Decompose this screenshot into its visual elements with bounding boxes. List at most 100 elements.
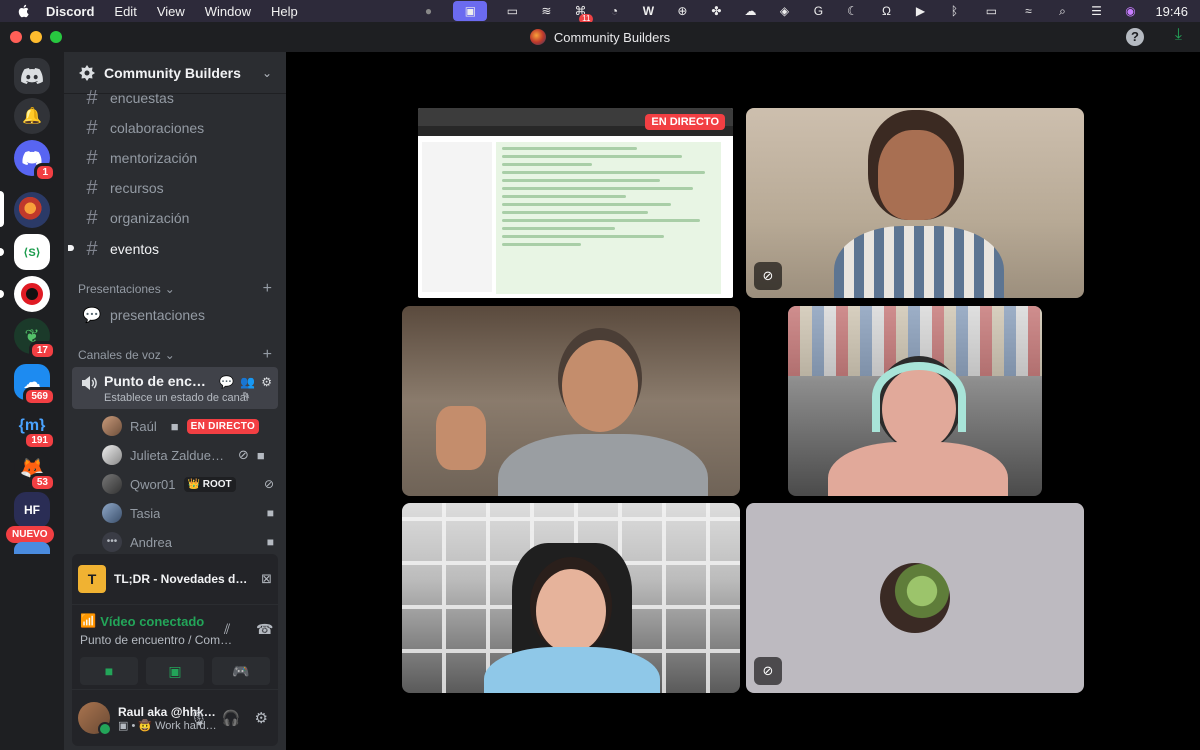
channel-mentorizacion[interactable]: # mentorización [72,144,278,172]
grammarly-icon[interactable]: G [809,4,827,18]
server-discord[interactable]: 1 [14,140,56,182]
voice-user[interactable]: Tasia ■ [102,500,278,526]
category-label: Presentaciones [78,282,161,296]
minimize-window-button[interactable] [30,31,42,43]
server-hf[interactable]: HF [14,492,50,528]
menu-help[interactable]: Help [271,4,298,19]
activities-button[interactable]: 🎮 [212,657,270,685]
voice-user[interactable]: Raúl ■ EN DIRECTO [102,413,278,439]
bluetooth-icon[interactable]: ᛒ [945,4,963,18]
screen-share-button[interactable]: ▣ [146,657,204,685]
participant-no-video-tile[interactable]: ⊘ [746,503,1084,693]
menu-window[interactable]: Window [205,4,251,19]
server-unread-pill [0,248,4,256]
menubar-clock[interactable]: 19:46 [1155,4,1188,19]
screen-share-icon[interactable]: ▣ [453,1,488,21]
siri-icon[interactable]: ◉ [1121,4,1139,18]
camera-toggle-button[interactable]: ■ [80,657,138,685]
disconnect-icon[interactable]: ☎ [256,621,273,638]
voice-location[interactable]: Punto de encuentro / Community Builders [80,633,240,647]
voice-user[interactable]: ••• Andrea ■ [102,529,278,555]
server-mail[interactable] [14,542,50,554]
participant-head [878,130,954,220]
server-icon [529,29,546,45]
voice-channel-punto-de-encuentro[interactable]: Punto de encuentro Establece un estado d… [72,367,278,409]
add-channel-icon[interactable]: + [263,346,272,364]
wifi-icon[interactable]: ≈ [1019,4,1037,18]
puzzle-icon[interactable]: ✤ [707,4,725,18]
channel-organizacion[interactable]: # organización [72,204,278,232]
voice-user[interactable]: Julieta Zalduendo ⊘ ■ [102,442,278,468]
headphones-icon[interactable]: 🎧 [222,709,241,727]
voice-connected-status[interactable]: 📶 Vídeo conectado [80,613,204,629]
server-community-builders[interactable] [14,192,50,228]
code-line [502,219,700,222]
play-icon[interactable]: ▶ [911,4,929,18]
screen-share-tile[interactable]: EN DIRECTO [418,108,733,298]
avatar [102,416,122,436]
category-presentaciones[interactable]: Presentaciones ⌄ + [78,280,278,298]
voice-channel-status[interactable]: Establece un estado de canal [104,392,248,404]
channel-recursos[interactable]: # recursos [72,174,278,202]
menu-view[interactable]: View [157,4,185,19]
category-canales-de-voz[interactable]: Canales de voz ⌄ + [78,346,278,364]
activity-panel[interactable]: T TL;DR - Novedades de la Comunidad ⊠ [72,554,278,604]
channel-colaboraciones[interactable]: # colaboraciones [72,114,278,142]
server-fox[interactable]: 🦊 53 [14,450,56,492]
participant-video-tile[interactable] [402,306,740,496]
gear-icon[interactable]: ⚙ [261,375,272,389]
audio-wave-icon[interactable]: ≋ [537,4,555,18]
help-icon[interactable]: ? [1126,28,1144,46]
moon-icon[interactable]: ☾ [843,4,861,18]
server-red-ring[interactable] [14,276,50,312]
pencil-icon[interactable]: ✎ [242,391,250,402]
participant-video-tile[interactable] [788,306,1042,496]
server-leaf[interactable]: ❦ 17 [14,318,56,360]
server-dev[interactable]: ⟨S⟩ [14,234,50,270]
apple-icon[interactable] [16,3,32,19]
w-app-icon[interactable]: W [639,4,657,18]
add-channel-icon[interactable]: + [263,280,272,298]
globe-icon[interactable]: ⊕ [673,4,691,18]
participant-video-tile[interactable] [402,503,740,693]
battery-icon[interactable]: ▭ [979,4,1003,18]
zoom-window-button[interactable] [50,31,62,43]
window-title: Community Builders [529,29,670,45]
server-blue-cloud[interactable]: ☁ 569 [14,364,56,406]
camera-icon[interactable]: ▭ [503,4,521,18]
microphone-icon[interactable]: 🎙 [189,709,208,727]
menu-app-discord[interactable]: Discord [46,4,94,19]
new-servers-badge[interactable]: NUEVO [6,526,54,543]
participant-video-tile[interactable]: ⊘ [746,108,1084,298]
noise-suppression-icon[interactable]: ⫽ [224,621,230,638]
server-ml[interactable]: {m} 191 [14,408,56,450]
headphones-icon[interactable]: Ω [877,4,895,18]
channel-eventos[interactable]: # eventos [68,235,278,263]
download-icon[interactable]: ⤓ [1175,26,1182,44]
menu-edit[interactable]: Edit [114,4,136,19]
speaker-icon [82,376,97,390]
code-editor-pane [496,142,721,294]
close-activity-icon[interactable]: ⊠ [261,571,272,587]
speedometer-icon[interactable]: ◔ [605,4,623,18]
channel-encuestas[interactable]: # encuestas [72,84,278,112]
code-line [502,195,626,198]
notifications-icon[interactable]: ⌘ 11 [571,4,594,24]
control-center-icon[interactable]: ☰ [1087,4,1105,18]
search-icon[interactable]: ⌕ [1053,4,1071,18]
voice-user[interactable]: Qwor01 👑 ROOT ⊘ [102,471,278,497]
avatar[interactable] [78,702,112,736]
chat-icon[interactable]: 💬 [219,375,234,389]
invite-icon[interactable]: 👥 [240,375,255,389]
direct-messages-icon[interactable] [14,58,50,94]
server-blue-badge: 569 [23,387,56,406]
channel-presentaciones[interactable]: 💬 presentaciones [72,301,278,329]
compass-icon[interactable]: ◈ [775,4,793,18]
gear-icon[interactable]: ⚙ [255,709,268,727]
category-label: Canales de voz [78,348,161,362]
chevron-down-icon[interactable]: ⌄ [262,66,272,80]
cloud-icon[interactable]: ☁ [741,4,759,18]
close-window-button[interactable] [10,31,22,43]
notifications-bell-icon[interactable]: 🔔 [14,98,50,134]
record-dot-icon[interactable]: ● [419,4,437,18]
